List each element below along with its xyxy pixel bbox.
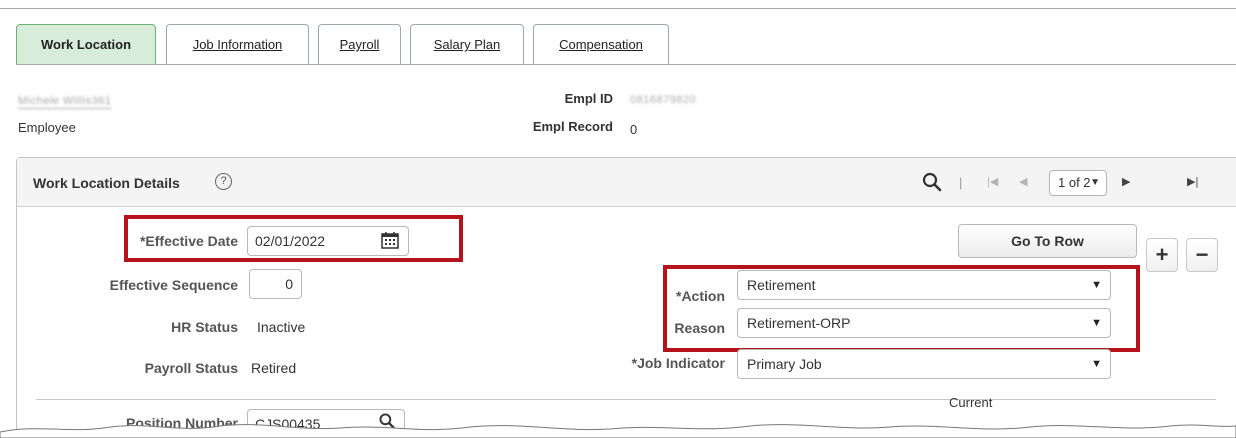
tab-label: Compensation [559, 37, 643, 52]
tab-label: Work Location [40, 37, 132, 52]
last-icon[interactable]: ▶| [1187, 175, 1198, 188]
next-icon[interactable]: ▶ [1122, 175, 1130, 188]
employee-name[interactable]: Michele Willis361 [18, 95, 112, 109]
chevron-down-icon: ▼ [1091, 358, 1102, 370]
panel-title: Work Location Details [33, 175, 180, 191]
tab-compensation[interactable]: Compensation [533, 24, 669, 64]
effective-sequence-input[interactable]: 0 [249, 269, 302, 299]
hr-status-label: HR Status [171, 319, 238, 335]
prev-icon[interactable]: ◀ [1019, 175, 1027, 188]
empl-record-label: Empl Record [532, 119, 613, 134]
top-divider [0, 8, 1236, 9]
effective-date-highlight [124, 215, 463, 262]
chevron-down-icon: ▼ [1090, 177, 1100, 188]
section-divider [36, 399, 1216, 400]
action-reason-highlight [663, 265, 1140, 352]
panel-header: Work Location Details ? | |◀ ◀ 1 of 2 ▼ … [17, 158, 1236, 207]
empl-id-label: Empl ID [564, 91, 613, 106]
go-to-row-button[interactable]: Go To Row [958, 224, 1137, 258]
effective-sequence-label: Effective Sequence [109, 277, 238, 293]
empl-record-value: 0 [630, 122, 638, 137]
page-select[interactable]: 1 of 2 ▼ [1049, 170, 1107, 196]
tab-job-information[interactable]: Job Information [166, 24, 309, 64]
delete-row-button[interactable]: − [1186, 238, 1218, 272]
search-icon[interactable] [921, 171, 943, 193]
tab-divider [16, 64, 1236, 65]
help-icon[interactable]: ? [215, 173, 232, 190]
current-label: Current [949, 395, 993, 410]
job-indicator-value: Primary Job [747, 356, 822, 372]
torn-edge [0, 424, 1236, 438]
empl-id-value: 0816879820 [630, 94, 697, 106]
job-indicator-select[interactable]: Primary Job ▼ [737, 349, 1111, 379]
tab-label: Salary Plan [433, 37, 501, 52]
tab-label: Job Information [192, 37, 283, 52]
hr-status-value: Inactive [257, 319, 306, 335]
job-indicator-label: *Job Indicator [631, 355, 725, 371]
page-indicator: 1 of 2 [1058, 175, 1091, 190]
toolbar-separator: | [959, 175, 963, 190]
payroll-status-value: Retired [251, 360, 297, 376]
tab-payroll[interactable]: Payroll [318, 24, 401, 64]
add-row-button[interactable]: + [1146, 238, 1178, 272]
tab-salary-plan[interactable]: Salary Plan [410, 24, 524, 64]
effective-sequence-value: 0 [285, 276, 293, 292]
payroll-status-label: Payroll Status [144, 360, 238, 376]
first-icon[interactable]: |◀ [987, 175, 998, 188]
tab-work-location[interactable]: Work Location [16, 24, 156, 64]
employee-role: Employee [18, 120, 76, 135]
tab-label: Payroll [339, 37, 380, 52]
